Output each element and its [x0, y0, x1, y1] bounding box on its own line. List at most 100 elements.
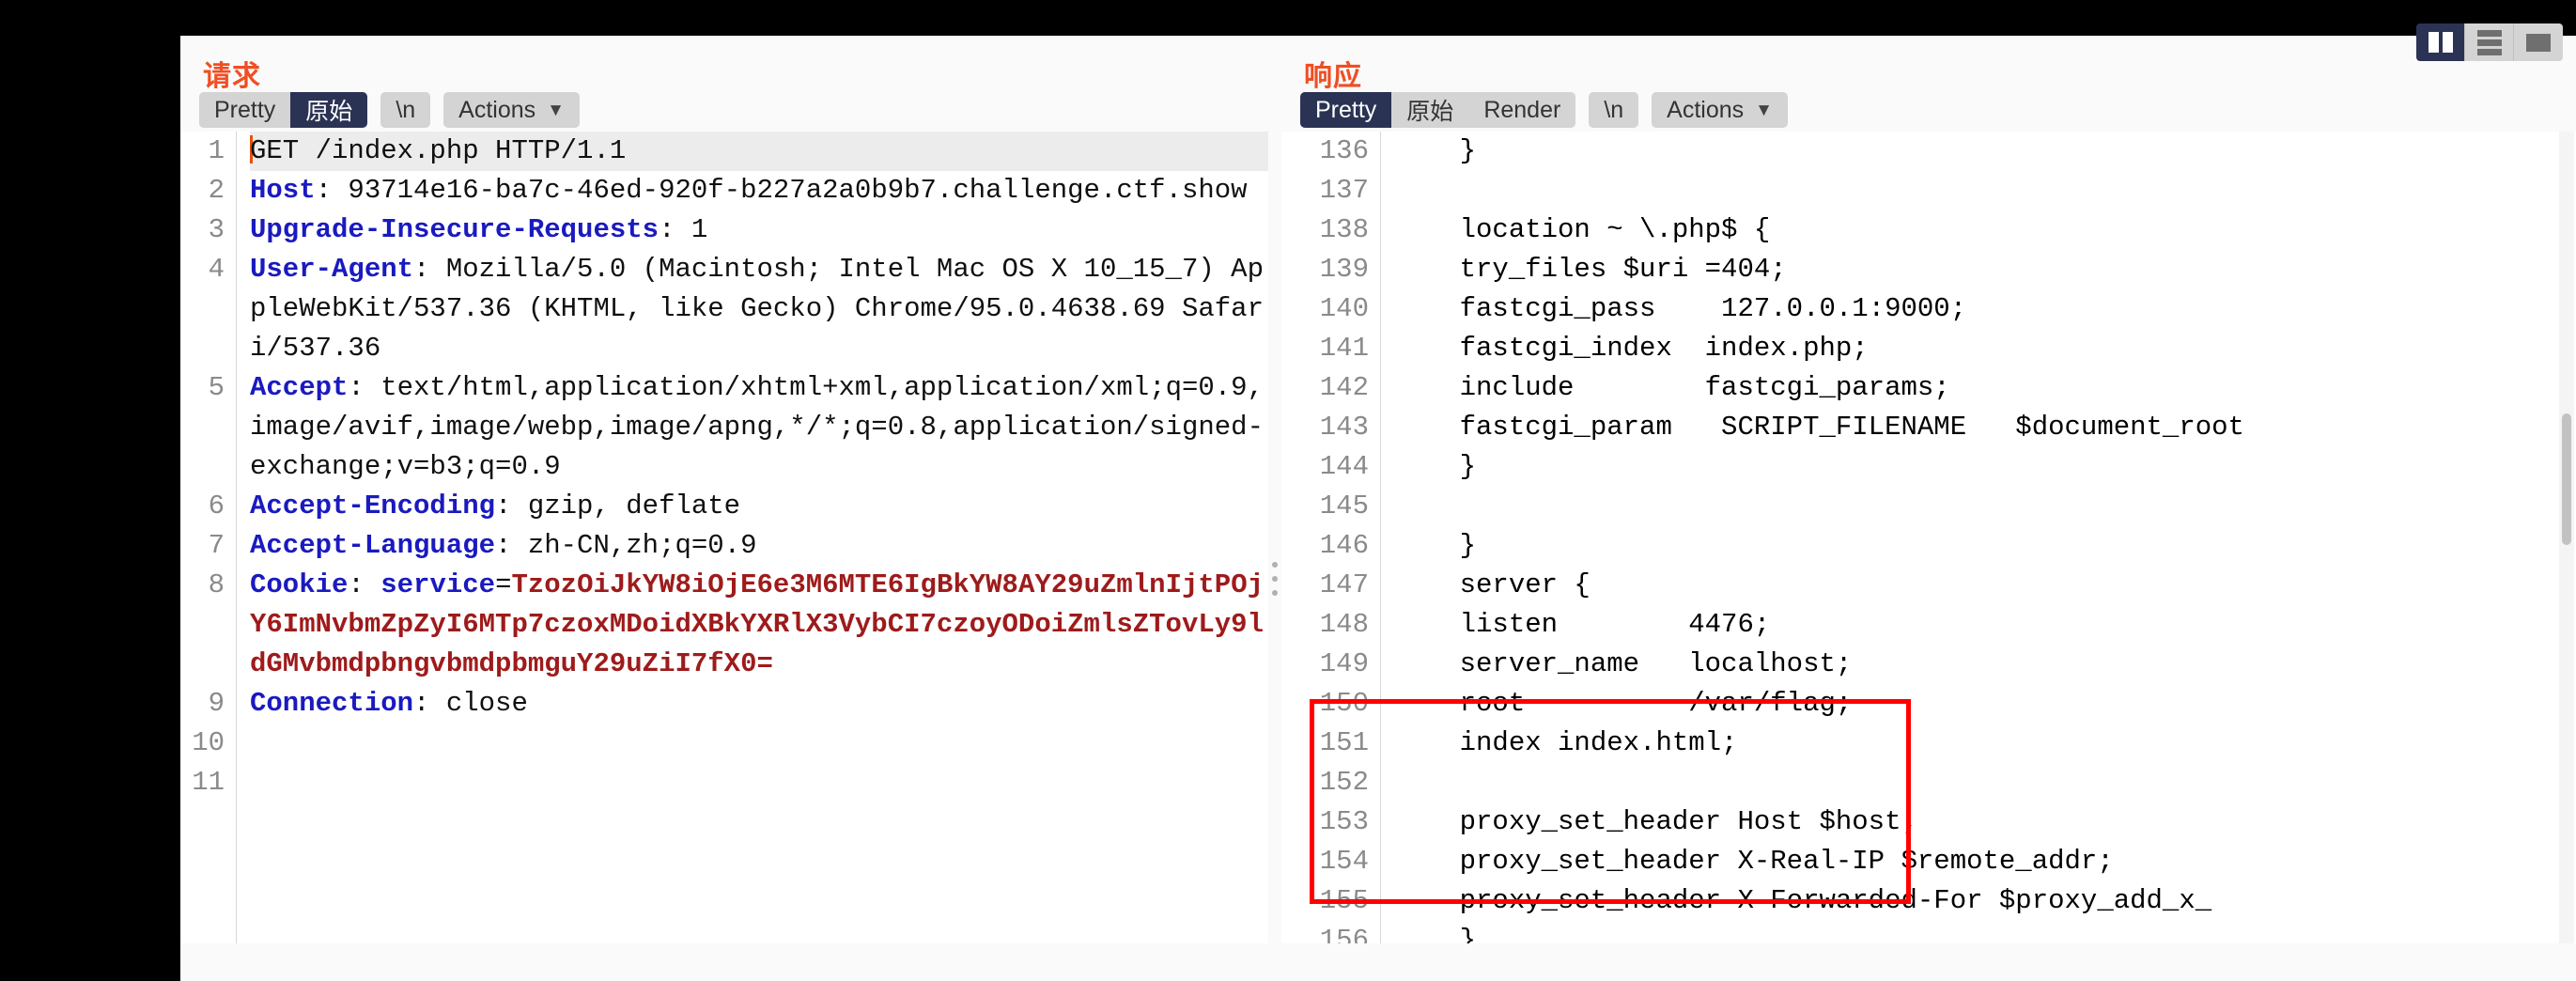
- response-view-mode-group[interactable]: Pretty 原始 Render: [1300, 92, 1576, 128]
- response-code-line: }: [1394, 530, 1477, 561]
- window-topbar: [0, 0, 2576, 36]
- request-code-line: GET /index.php HTTP/1.1: [250, 132, 1268, 171]
- line-number: 141: [1319, 333, 1369, 364]
- response-panel: 响应 Pretty 原始 Render \n Actions ▼ 136 137 1…: [1281, 36, 2576, 981]
- layout-button-split-vertical[interactable]: [2416, 23, 2465, 61]
- line-number: 149: [1319, 648, 1369, 679]
- response-code-line: location ~ \.php$ {: [1394, 214, 1771, 245]
- line-number: 140: [1319, 293, 1369, 324]
- line-number: 150: [1319, 688, 1369, 719]
- response-panel-title: 响应: [1304, 61, 1362, 92]
- line-number: 1: [208, 135, 225, 166]
- chevron-down-icon: ▼: [1755, 100, 1773, 120]
- response-code-line: fastcgi_param SCRIPT_FILENAME $document_…: [1394, 412, 2244, 443]
- response-actions-label: Actions: [1667, 96, 1745, 123]
- line-number: 137: [1319, 175, 1369, 206]
- request-panel: 请求 Pretty 原始 \n Actions ▼ 1 2 3 4 5 6 7 8 9 10 11 …: [180, 36, 1268, 981]
- line-number: 148: [1319, 609, 1369, 640]
- line-number: 147: [1319, 569, 1369, 600]
- line-number: 9: [208, 688, 225, 719]
- layout-toggle-group[interactable]: [2416, 23, 2563, 61]
- request-code-line: Accept-Encoding: gzip, deflate: [250, 490, 741, 522]
- request-code-line: Cookie: service=TzozOiJkYW8iOjE6e3M6MTE6…: [250, 569, 1264, 679]
- response-code-line: proxy_set_header X-Real-IP $remote_addr;: [1394, 846, 2114, 877]
- response-code-line: root /var/flag;: [1394, 688, 1853, 719]
- line-number: 5: [208, 372, 225, 403]
- line-number: 2: [208, 175, 225, 206]
- request-code-lines[interactable]: GET /index.php HTTP/1.1 Host: 93714e16-ba…: [237, 132, 1268, 943]
- response-actions-button[interactable]: Actions ▼: [1652, 92, 1788, 128]
- response-toolbar: Pretty 原始 Render \n Actions ▼: [1281, 88, 2576, 132]
- chevron-down-icon: ▼: [547, 100, 565, 120]
- line-number: [180, 408, 225, 447]
- response-code-lines[interactable]: } location ~ \.php$ { try_files $uri =40…: [1381, 132, 2576, 943]
- response-code-line: listen 4476;: [1394, 609, 1771, 640]
- response-line-numbers: 136 137 138 139 140 141 142 143 144 145 146 147 148 1…: [1281, 132, 1381, 943]
- request-code-line: Accept-Language: zh-CN,zh;q=0.9: [250, 530, 757, 561]
- line-number: 145: [1319, 490, 1369, 522]
- line-number: 11: [192, 767, 225, 798]
- single-pane-icon: [2526, 33, 2551, 52]
- line-number: 151: [1319, 727, 1369, 758]
- request-view-mode-group[interactable]: Pretty 原始: [199, 92, 368, 128]
- http-message-viewer: 请求 Pretty 原始 \n Actions ▼ 1 2 3 4 5 6 7 8 9 10 11 …: [0, 0, 2576, 981]
- line-number: 139: [1319, 254, 1369, 285]
- response-code-line: proxy_set_header X-Forwarded-For $proxy_…: [1394, 885, 2212, 916]
- request-code-area[interactable]: 1 2 3 4 5 6 7 8 9 10 11 GET /index.php HTTP/1.1 Hos…: [180, 132, 1268, 943]
- response-code-line: }: [1394, 451, 1477, 482]
- line-number: 3: [208, 214, 225, 245]
- response-code-line: }: [1394, 925, 1477, 943]
- split-horizontal-icon: [2476, 29, 2502, 55]
- line-number: [180, 289, 225, 329]
- line-number: 153: [1319, 806, 1369, 837]
- layout-button-split-horizontal[interactable]: [2465, 23, 2514, 61]
- response-code-line: index index.html;: [1394, 727, 1738, 758]
- request-code-line: [250, 763, 1268, 802]
- panel-splitter[interactable]: [1268, 36, 1281, 981]
- line-number: 154: [1319, 846, 1369, 877]
- line-number: 143: [1319, 412, 1369, 443]
- request-actions-label: Actions: [458, 96, 536, 123]
- response-code-line: try_files $uri =404;: [1394, 254, 1787, 285]
- response-code-line: server_name localhost;: [1394, 648, 1853, 679]
- response-tab-render[interactable]: Render: [1468, 92, 1576, 128]
- response-scrollbar-thumb[interactable]: [2562, 413, 2571, 545]
- line-number: 4: [208, 254, 225, 285]
- line-number: 138: [1319, 214, 1369, 245]
- request-code-line: Connection: close: [250, 688, 528, 719]
- response-code-line: fastcgi_pass 127.0.0.1:9000;: [1394, 293, 1967, 324]
- response-code-line: fastcgi_index index.php;: [1394, 333, 1869, 364]
- line-number: 155: [1319, 885, 1369, 916]
- request-code-line: User-Agent: Mozilla/5.0 (Macintosh; Inte…: [250, 254, 1264, 364]
- response-tab-pretty[interactable]: Pretty: [1300, 92, 1392, 128]
- response-code-line: [1394, 487, 2576, 526]
- line-number: [180, 605, 225, 645]
- line-number: 7: [208, 530, 225, 561]
- request-code-line: Host: 93714e16-ba7c-46ed-920f-b227a2a0b9…: [250, 175, 1248, 206]
- request-tab-pretty[interactable]: Pretty: [199, 92, 291, 128]
- response-code-line: server {: [1394, 569, 1591, 600]
- request-panel-title: 请求: [203, 61, 261, 92]
- request-actions-button[interactable]: Actions ▼: [443, 92, 580, 128]
- request-code-line: Upgrade-Insecure-Requests: 1: [250, 214, 708, 245]
- response-code-line: }: [1394, 135, 1477, 166]
- response-code-line: include fastcgi_params;: [1394, 372, 1950, 403]
- line-number: 136: [1319, 135, 1369, 166]
- line-number: 142: [1319, 372, 1369, 403]
- response-code-line: [1394, 171, 2576, 210]
- line-number: 144: [1319, 451, 1369, 482]
- request-code-line: Accept: text/html,application/xhtml+xml,…: [250, 372, 1264, 482]
- request-toolbar: Pretty 原始 \n Actions ▼: [180, 88, 1268, 132]
- request-newline-button[interactable]: \n: [380, 92, 431, 128]
- line-number: 156: [1319, 925, 1369, 943]
- request-tab-raw[interactable]: 原始: [290, 92, 368, 128]
- line-number: 146: [1319, 530, 1369, 561]
- layout-button-single-pane[interactable]: [2514, 23, 2563, 61]
- response-newline-button[interactable]: \n: [1589, 92, 1639, 128]
- response-vertical-scrollbar[interactable]: [2559, 132, 2574, 943]
- splitter-drag-handle-icon[interactable]: [1272, 562, 1278, 604]
- response-tab-raw[interactable]: 原始: [1391, 92, 1469, 128]
- response-code-area[interactable]: 136 137 138 139 140 141 142 143 144 145 146 147 148 1…: [1281, 132, 2576, 943]
- line-number: 10: [192, 727, 225, 758]
- line-number: 152: [1319, 767, 1369, 798]
